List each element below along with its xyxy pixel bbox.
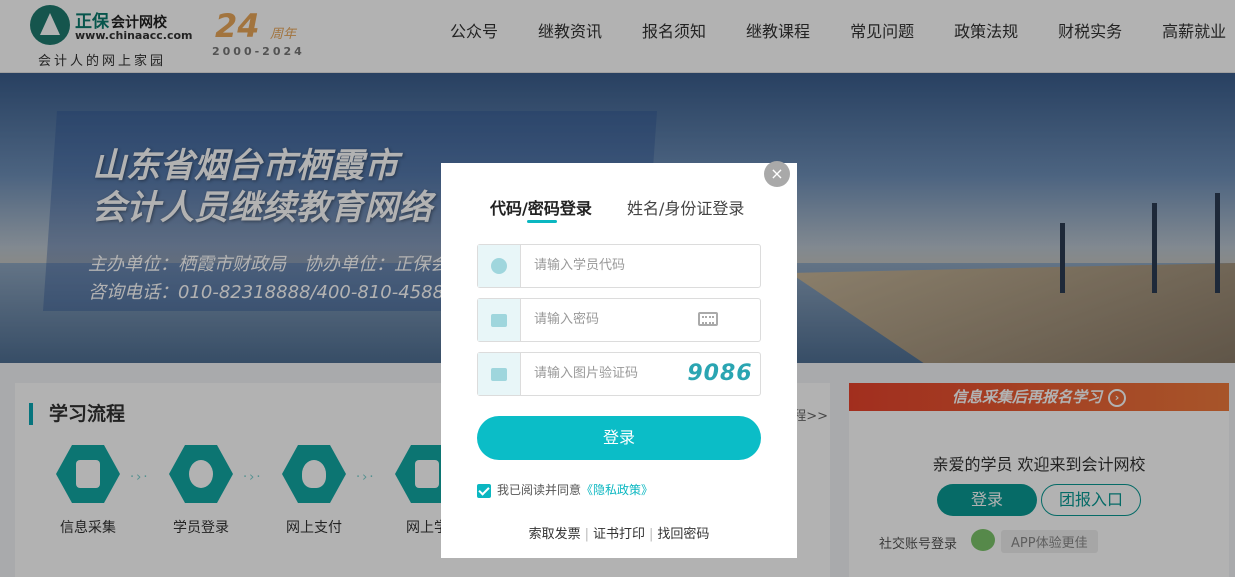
privacy-policy-link[interactable]: 《隐私政策》: [581, 483, 653, 497]
keyboard-icon[interactable]: [698, 312, 718, 326]
privacy-agreement: 我已阅读并同意《隐私政策》: [477, 481, 653, 498]
id-card-icon: [478, 299, 521, 341]
captcha-input[interactable]: 请输入图片验证码: [534, 353, 638, 395]
tab-underline: [527, 220, 557, 223]
recover-password-link[interactable]: 找回密码: [657, 527, 709, 542]
user-icon: [478, 245, 521, 287]
invoice-link[interactable]: 索取发票: [529, 527, 581, 542]
captcha-image[interactable]: 9086: [684, 359, 756, 389]
login-button[interactable]: 登录: [477, 416, 761, 460]
password-field[interactable]: 请输入密码: [477, 298, 761, 342]
agree-checkbox[interactable]: [477, 483, 491, 498]
image-icon: [478, 353, 521, 395]
close-icon[interactable]: ×: [764, 161, 790, 187]
login-modal: × 代码/密码登录 姓名/身份证登录 请输入学员代码 请输入密码 请输入图片验证…: [441, 161, 797, 558]
divider: |: [649, 527, 654, 542]
tab-code-login[interactable]: 代码/密码登录: [490, 195, 592, 219]
divider: |: [584, 527, 589, 542]
student-code-field[interactable]: 请输入学员代码: [477, 244, 761, 288]
modal-footer-links: 索取发票 | 证书打印 | 找回密码: [441, 523, 797, 542]
certificate-print-link[interactable]: 证书打印: [593, 527, 645, 542]
tab-name-login[interactable]: 姓名/身份证登录: [627, 195, 744, 219]
password-input[interactable]: 请输入密码: [534, 299, 599, 341]
student-code-input[interactable]: 请输入学员代码: [534, 245, 625, 287]
captcha-field[interactable]: 请输入图片验证码 9086: [477, 352, 761, 396]
